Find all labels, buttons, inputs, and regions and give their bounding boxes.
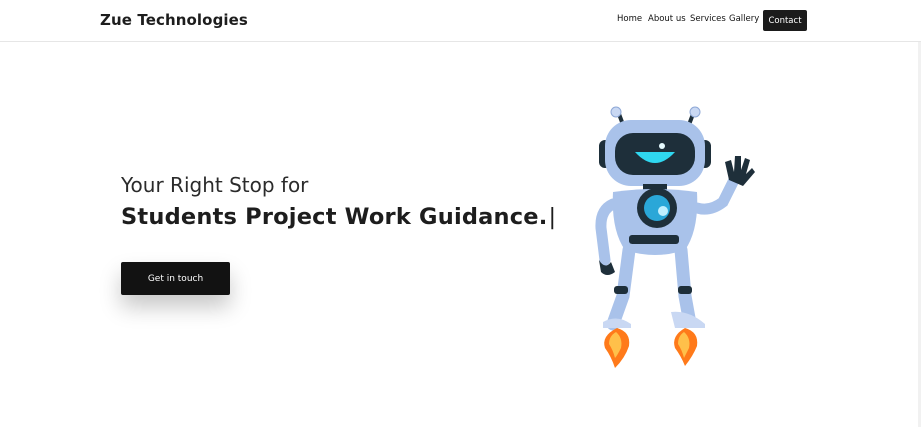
contact-button[interactable]: Contact [763,10,807,31]
robot-foot-right [671,311,705,328]
nav-services[interactable]: Services [690,14,726,24]
site-header: Zue Technologies Home About us Services … [0,0,921,42]
hero-title: Students Project Work Guidance.| [121,204,556,230]
nav-home[interactable]: Home [617,14,642,24]
robot-illustration [595,106,755,368]
main-nav: Home About us Services Gallery Contact [0,0,921,42]
robot-arm-right [691,172,741,215]
robot-foot-left [603,318,631,328]
robot-leg-right [674,243,696,325]
robot-belt [629,235,679,244]
hero-subtitle: Your Right Stop for [121,173,309,197]
nav-gallery[interactable]: Gallery [729,14,759,24]
robot-eye [659,143,665,149]
get-in-touch-button[interactable]: Get in touch [121,262,230,295]
typing-caret: | [548,204,557,230]
nav-about[interactable]: About us [648,14,686,24]
robot-arm-left [595,198,619,266]
hero-title-text: Students Project Work Guidance. [121,204,548,230]
